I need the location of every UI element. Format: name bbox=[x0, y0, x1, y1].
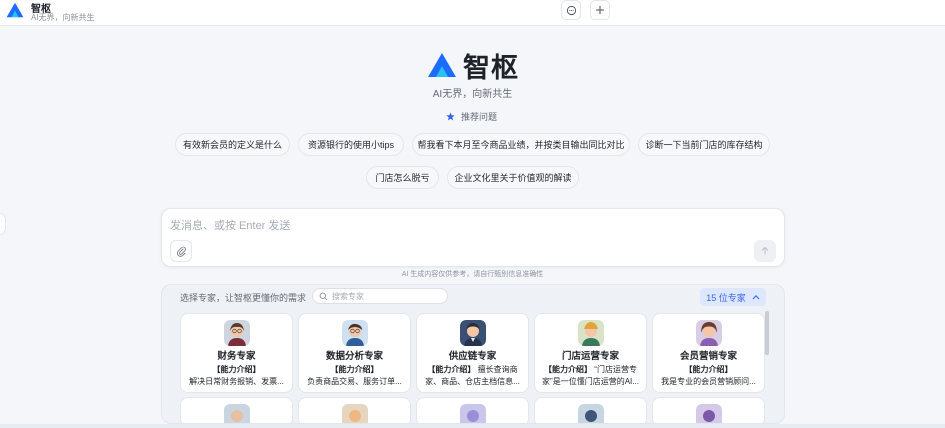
expert-desc: 【能力介绍】 “门店运营专家”是一位懂门店运营的AI... bbox=[542, 365, 639, 386]
brand-name: 智枢 bbox=[463, 52, 519, 83]
expert-name: 门店运营专家 bbox=[561, 351, 619, 362]
expert-card[interactable] bbox=[652, 397, 765, 423]
send-button[interactable] bbox=[754, 240, 776, 262]
expert-name: 会员营销专家 bbox=[679, 351, 737, 362]
avatar bbox=[578, 404, 604, 423]
avatar bbox=[342, 404, 368, 423]
expert-card[interactable] bbox=[416, 397, 529, 423]
expert-desc: 【能力介绍】 解决日常财务报销、发票... bbox=[189, 365, 284, 386]
expert-card[interactable] bbox=[534, 397, 647, 423]
new-chat-button[interactable] bbox=[590, 0, 610, 20]
top-bar: 智枢 AI无界，向新共生 bbox=[0, 0, 945, 26]
expert-card-member-marketing[interactable]: 会员营销专家 【能力介绍】 我是专业的会员营销顾问... bbox=[652, 313, 765, 393]
expert-card[interactable] bbox=[180, 397, 293, 423]
avatar bbox=[696, 404, 722, 423]
expert-card-store-ops[interactable]: 门店运营专家 【能力介绍】 “门店运营专家”是一位懂门店运营的AI... bbox=[534, 313, 647, 393]
recommend-title: 推荐问题 bbox=[446, 110, 497, 123]
expert-card-supply-chain[interactable]: 供应链专家 【能力介绍】 擅长查询商家、商品、仓店主档信息... bbox=[416, 313, 529, 393]
expert-hint: 选择专家，让智枢更懂你的需求 bbox=[180, 293, 307, 303]
suggestion-chip[interactable]: 帮我看下本月至今商品业绩，并按类目输出同比对比 bbox=[412, 133, 630, 156]
expert-count-toggle[interactable]: 15 位专家 bbox=[700, 288, 766, 306]
avatar bbox=[224, 404, 250, 423]
brand-tagline: AI无界，向新共生 bbox=[432, 89, 513, 100]
app-subtitle: AI无界，向新共生 bbox=[31, 13, 95, 22]
app-logo-icon bbox=[6, 2, 24, 18]
expert-name: 数据分析专家 bbox=[325, 351, 383, 362]
expert-name: 供应链专家 bbox=[448, 351, 497, 362]
expert-desc: 【能力介绍】 负责商品交易、服务订单... bbox=[307, 365, 402, 386]
brand-header: 智枢 bbox=[427, 48, 519, 83]
suggestion-chip[interactable]: 诊断一下当前门店的库存结构 bbox=[638, 133, 770, 156]
expert-scrollbar[interactable] bbox=[765, 311, 769, 355]
arrow-up-icon bbox=[761, 246, 769, 255]
expert-search-placeholder: 搜索专家 bbox=[332, 291, 364, 301]
chat-history-button[interactable] bbox=[561, 0, 581, 20]
message-input-box[interactable]: 发消息、或按 Enter 发送 bbox=[161, 208, 785, 267]
suggestion-chip[interactable]: 资源银行的使用小tips bbox=[298, 133, 404, 156]
avatar bbox=[224, 320, 250, 346]
expert-search-input[interactable]: 搜索专家 bbox=[312, 288, 448, 304]
attach-button[interactable] bbox=[170, 240, 192, 262]
ai-disclaimer: AI 生成内容仅供参考，请自行甄别信息准确性 bbox=[401, 271, 544, 278]
search-icon bbox=[319, 292, 328, 300]
bottom-strip bbox=[0, 424, 945, 428]
suggestion-chip[interactable]: 有效新会员的定义是什么 bbox=[175, 133, 290, 156]
expert-name: 财务专家 bbox=[217, 351, 256, 362]
avatar bbox=[342, 320, 368, 346]
expert-desc: 【能力介绍】 我是专业的会员营销顾问... bbox=[661, 365, 756, 386]
chevron-up-icon bbox=[752, 294, 760, 300]
avatar bbox=[460, 320, 486, 346]
avatar bbox=[460, 404, 486, 423]
avatar bbox=[696, 320, 722, 346]
chat-bubble-icon bbox=[566, 5, 576, 15]
plus-icon bbox=[596, 6, 604, 14]
expert-card-finance[interactable]: 财务专家 【能力介绍】 解决日常财务报销、发票... bbox=[180, 313, 293, 393]
suggestion-chip[interactable]: 门店怎么脱亏 bbox=[366, 166, 439, 189]
expert-card-data-analysis[interactable]: 数据分析专家 【能力介绍】 负责商品交易、服务订单... bbox=[298, 313, 411, 393]
recommend-title-label: 推荐问题 bbox=[461, 112, 498, 122]
expert-card[interactable] bbox=[298, 397, 411, 423]
expert-desc: 【能力介绍】 擅长查询商家、商品、仓店主档信息... bbox=[425, 365, 520, 386]
star-icon bbox=[446, 112, 455, 121]
paperclip-icon bbox=[176, 246, 186, 257]
expert-count-label: 15 位专家 bbox=[706, 292, 746, 303]
suggestion-chip[interactable]: 企业文化里关于价值观的解读 bbox=[447, 166, 579, 189]
message-input[interactable]: 发消息、或按 Enter 发送 bbox=[170, 217, 290, 233]
sidebar-toggle[interactable] bbox=[0, 212, 6, 236]
expert-panel: 选择专家，让智枢更懂你的需求 搜索专家 15 位专家 财务专家 【能力介绍】 解决… bbox=[161, 284, 785, 424]
brand-logo-icon bbox=[428, 53, 456, 77]
avatar bbox=[578, 320, 604, 346]
